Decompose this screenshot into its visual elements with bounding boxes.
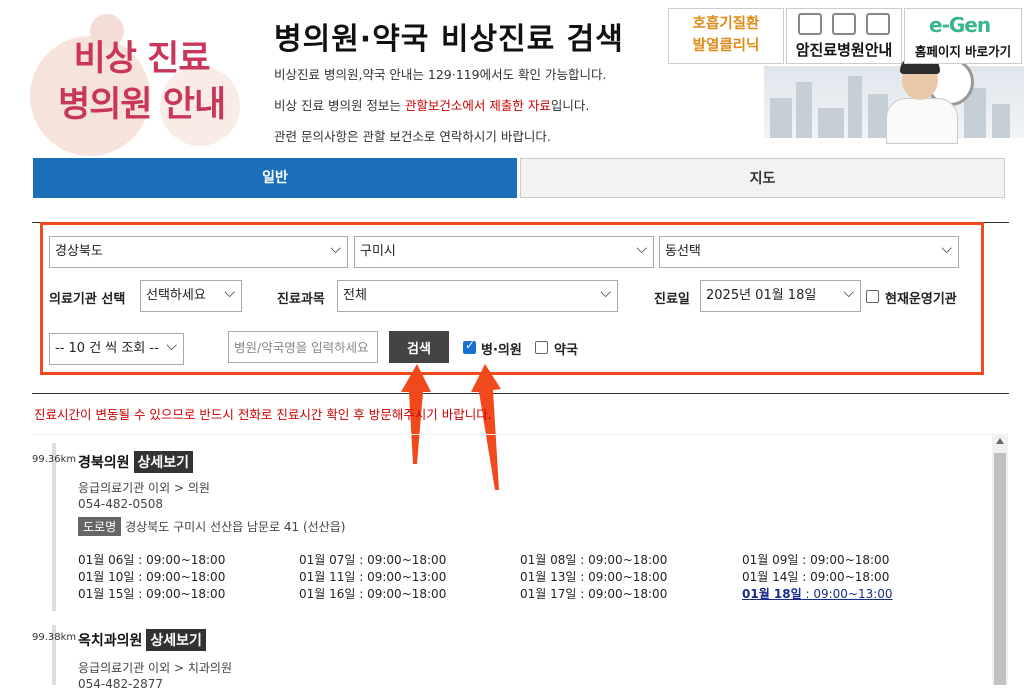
hours-entry: 01월 17일 : 09:00~18:00 bbox=[520, 587, 668, 601]
operating-label: 현재운영기관 bbox=[885, 292, 957, 307]
notice-text: 진료시간이 변동될 수 있으므로 반드시 전화로 진료시간 확인 후 방문해주시… bbox=[34, 407, 492, 422]
hours-entry: 01월 13일 : 09:00~18:00 bbox=[520, 570, 668, 584]
divider bbox=[32, 393, 1009, 394]
description-line1: 비상진료 병의원,약국 안내는 129·119에서도 확인 가능합니다. bbox=[274, 67, 607, 82]
facility-label: 의료기관 선택 bbox=[49, 292, 126, 307]
province-select[interactable]: 경상북도 bbox=[49, 234, 348, 268]
scroll-thumb[interactable] bbox=[994, 453, 1006, 685]
department-label: 진료과목 bbox=[277, 292, 325, 307]
search-button[interactable]: 검색 bbox=[389, 331, 449, 363]
logo: 비상 진료 병의원 안내 bbox=[58, 36, 226, 128]
hours-entry: 01월 15일 : 09:00~18:00 bbox=[78, 587, 226, 601]
hours-entry-today: 01월 18일 : 09:00~13:00 bbox=[742, 587, 893, 601]
pharmacy-label: 약국 bbox=[554, 343, 578, 358]
results-list: 99.36km 경북의원 상세보기 응급의료기관 이외 > 의원 054-482-… bbox=[32, 434, 1008, 691]
hours-entry: 01월 11일 : 09:00~13:00 bbox=[299, 570, 447, 584]
result-address: 도로명 경상북도 구미시 선산읍 남문로 41 (선산읍) bbox=[78, 517, 345, 536]
tab-general[interactable]: 일반 bbox=[33, 158, 517, 198]
fever-clinic-banner[interactable]: 호흡기질환 발열클리닉 bbox=[668, 8, 784, 64]
tab-map[interactable]: 지도 bbox=[520, 158, 1005, 198]
hospital-label: 병·의원 bbox=[481, 343, 522, 358]
hours-entry: 01월 10일 : 09:00~18:00 bbox=[78, 570, 226, 584]
result-phone: 054-482-2877 bbox=[78, 677, 164, 691]
description-line2: 비상 진료 병의원 정보는 관할보건소에서 제출한 자료입니다. bbox=[274, 98, 590, 113]
dong-select[interactable]: 동선택 bbox=[659, 234, 959, 268]
date-select[interactable]: 2025년 01월 18일 bbox=[700, 278, 861, 312]
distance: 99.36km bbox=[32, 454, 77, 465]
facility-select[interactable]: 선택하세요 bbox=[140, 278, 242, 312]
road-badge: 도로명 bbox=[78, 517, 122, 536]
result-phone: 054-482-0508 bbox=[78, 497, 164, 511]
hours-entry: 01월 14일 : 09:00~18:00 bbox=[742, 570, 890, 584]
hospital-icon bbox=[793, 13, 895, 37]
result-type: 응급의료기관 이외 > 의원 bbox=[78, 481, 210, 495]
city-select[interactable]: 구미시 bbox=[354, 234, 654, 268]
hours-entry: 01월 08일 : 09:00~18:00 bbox=[520, 553, 668, 567]
hours-entry: 01월 09일 : 09:00~18:00 bbox=[742, 553, 890, 567]
data-source-highlight: 관할보건소에서 제출한 자료 bbox=[404, 98, 551, 113]
result-type: 응급의료기관 이외 > 치과의원 bbox=[78, 661, 232, 675]
detail-button[interactable]: 상세보기 bbox=[133, 451, 194, 473]
operating-checkbox[interactable] bbox=[866, 290, 879, 303]
hours-entry: 01월 06일 : 09:00~18:00 bbox=[78, 553, 226, 567]
egen-homepage-banner[interactable]: e-Gen 홈페이지 바로가기 bbox=[904, 8, 1022, 64]
detail-button[interactable]: 상세보기 bbox=[146, 629, 206, 651]
cancer-hospital-banner[interactable]: 암진료병원안내 bbox=[786, 8, 902, 64]
distance: 99.38km bbox=[32, 632, 77, 643]
pharmacy-checkbox[interactable] bbox=[535, 341, 548, 354]
header: 비상 진료 병의원 안내 병의원·약국 비상진료 검색 비상진료 병의원,약국 … bbox=[0, 0, 1028, 156]
name-search-input[interactable] bbox=[228, 331, 378, 363]
date-label: 진료일 bbox=[654, 292, 690, 307]
logo-line1: 비상 진료 bbox=[73, 39, 211, 79]
description-line3: 관련 문의사항은 관할 보건소로 연락하시기 바랍니다. bbox=[274, 129, 551, 144]
logo-line2: 병의원 안내 bbox=[58, 85, 226, 125]
scroll-up-icon[interactable] bbox=[996, 438, 1004, 444]
hours-entry: 01월 16일 : 09:00~18:00 bbox=[299, 587, 447, 601]
egen-logo: e-Gen bbox=[929, 13, 991, 37]
department-select[interactable]: 전체 bbox=[337, 278, 618, 312]
doctor-illustration bbox=[880, 56, 970, 144]
hospital-checkbox[interactable] bbox=[463, 338, 476, 354]
result-name: 옥치과의원 상세보기 bbox=[78, 629, 206, 651]
hours-entry: 01월 07일 : 09:00~18:00 bbox=[299, 553, 447, 567]
scrollbar[interactable] bbox=[992, 435, 1008, 685]
page-size-select[interactable]: -- 10 건 씩 조회 -- bbox=[49, 331, 184, 365]
result-name: 경북의원 상세보기 bbox=[78, 451, 194, 473]
page-title: 병의원·약국 비상진료 검색 bbox=[274, 22, 624, 57]
